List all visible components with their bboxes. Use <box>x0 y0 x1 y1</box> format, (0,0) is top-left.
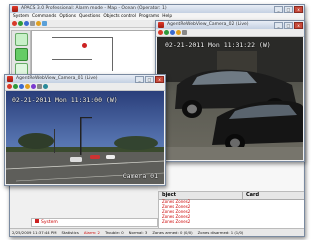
map-wall-1 <box>52 37 112 38</box>
record-icon[interactable] <box>158 30 163 35</box>
menu-system[interactable]: System <box>13 13 29 20</box>
record-icon[interactable] <box>7 84 12 89</box>
main-window-titlebar[interactable]: APACS 3.0 Professional: Alarm mode - Map… <box>10 5 304 13</box>
ptz-icon[interactable] <box>31 84 36 89</box>
events-tree: Zones Zones2 Zones Zones2 Zones Zones2 Z… <box>162 199 190 224</box>
street-scene <box>6 117 164 184</box>
camera-01-title: AgentReWebView_Camera_01 (Live) <box>16 76 98 81</box>
camera-02-toolbar <box>156 29 304 37</box>
maximize-button[interactable]: □ <box>284 6 293 13</box>
bottom-tree-row[interactable]: System <box>31 218 158 227</box>
camera-01-toolbar <box>5 83 165 91</box>
status-alarm-value: 2 <box>97 230 100 235</box>
grid-col-object[interactable]: bject <box>159 192 243 199</box>
main-window-title: APACS 3.0 Professional: Alarm mode - Map… <box>21 6 167 11</box>
play-icon[interactable] <box>13 84 18 89</box>
camera-02-close-button[interactable]: x <box>294 22 303 29</box>
camera-01-close-button[interactable]: x <box>155 76 164 83</box>
minimize-button[interactable]: _ <box>274 6 283 13</box>
menu-help[interactable]: Help <box>162 13 172 20</box>
grid-col-card[interactable]: Card <box>243 192 259 199</box>
close-button[interactable]: x <box>294 6 303 13</box>
map-wall-3 <box>52 59 92 60</box>
status-normal-value: 3 <box>144 230 148 235</box>
snapshot-icon[interactable] <box>19 84 24 89</box>
bottom-item-icon <box>35 219 39 223</box>
zoom-icon[interactable] <box>25 84 30 89</box>
status-bar: 2/25/2009 11:37:44 PM Statistics Alarm: … <box>10 228 304 236</box>
status-datetime: 2/25/2009 11:37:44 PM <box>12 230 57 235</box>
map-icon[interactable] <box>24 21 29 26</box>
menu-commands[interactable]: Commands <box>32 13 56 20</box>
camera-01-app-icon <box>7 76 13 82</box>
app-icon <box>12 6 18 12</box>
snapshot-icon[interactable] <box>170 30 175 35</box>
status-zones-armed: Zones armed: 0 (0/0) <box>152 230 193 235</box>
camera-02-osd-timestamp: 02-21-2011 Mon 11:31:22 (W) <box>165 41 271 49</box>
event-icon[interactable] <box>36 21 41 26</box>
camera-01-osd-label: Camera 01 <box>122 172 158 180</box>
panel-icon-1[interactable] <box>14 33 28 46</box>
camera-01-titlebar[interactable]: AgentReWebView_Camera_01 (Live) _ □ x <box>5 75 165 83</box>
status-alarm-label: Alarm: <box>83 230 97 235</box>
camera-icon[interactable] <box>42 21 47 26</box>
settings-icon[interactable] <box>182 30 187 35</box>
bottom-item-label: System <box>41 220 58 225</box>
map-marker-icon[interactable] <box>82 43 87 48</box>
camera-02-window: AgentReWebView_Camera_02 (Live) _ □ x 02… <box>155 20 305 162</box>
alarm-icon[interactable] <box>12 21 17 26</box>
status-zones-disarmed: Zones disarmed: 1 (1/0) <box>197 230 244 235</box>
status-trouble: Trouble: 0 <box>105 229 124 236</box>
grid-icon[interactable] <box>30 21 35 26</box>
menu-objects-control[interactable]: Objects control <box>103 13 136 20</box>
camera-01-minimize-button[interactable]: _ <box>135 76 144 83</box>
map-wall-2 <box>112 37 113 71</box>
menu-programs[interactable]: Programs <box>139 13 159 20</box>
camera-02-titlebar[interactable]: AgentReWebView_Camera_02 (Live) _ □ x <box>156 21 304 29</box>
zoom-icon[interactable] <box>176 30 181 35</box>
camera-01-maximize-button[interactable]: □ <box>145 76 154 83</box>
camera-02-maximize-button[interactable]: □ <box>284 22 293 29</box>
settings-icon[interactable] <box>37 84 42 89</box>
left-panel <box>11 30 31 78</box>
arm-icon[interactable] <box>18 21 23 26</box>
status-normal-label: Normal: <box>128 230 144 235</box>
camera-02-title: AgentReWebView_Camera_02 (Live) <box>167 22 249 27</box>
status-trouble-value: 0 <box>121 230 124 235</box>
camera-01-view[interactable]: 02-21-2011 Mon 11:31:00 (W) Camera 01 <box>6 91 164 184</box>
status-normal: Normal: 3 <box>129 229 148 236</box>
camera-02-minimize-button[interactable]: _ <box>274 22 283 29</box>
menu-options[interactable]: Options <box>59 13 76 20</box>
camera-02-app-icon <box>158 22 164 28</box>
parking-lot-scene <box>157 37 303 160</box>
status-trouble-label: Trouble: <box>104 230 121 235</box>
menu-bar: System Commands Options Questions Object… <box>10 13 304 20</box>
status-alarm: Alarm: 2 <box>84 229 100 236</box>
camera-01-osd-timestamp: 02-21-2011 Mon 11:31:00 (W) <box>12 96 118 104</box>
camera-01-window: AgentReWebView_Camera_01 (Live) _ □ x 02… <box>4 74 166 186</box>
panel-icon-2[interactable] <box>14 48 28 61</box>
camera-02-view[interactable]: 02-21-2011 Mon 11:31:22 (W) <box>157 37 303 160</box>
status-statistics: Statistics <box>61 230 79 235</box>
play-icon[interactable] <box>164 30 169 35</box>
tree-item[interactable]: Zones Zones2 <box>162 219 190 224</box>
menu-questions[interactable]: Questions <box>79 13 100 20</box>
audio-icon[interactable] <box>43 84 48 89</box>
